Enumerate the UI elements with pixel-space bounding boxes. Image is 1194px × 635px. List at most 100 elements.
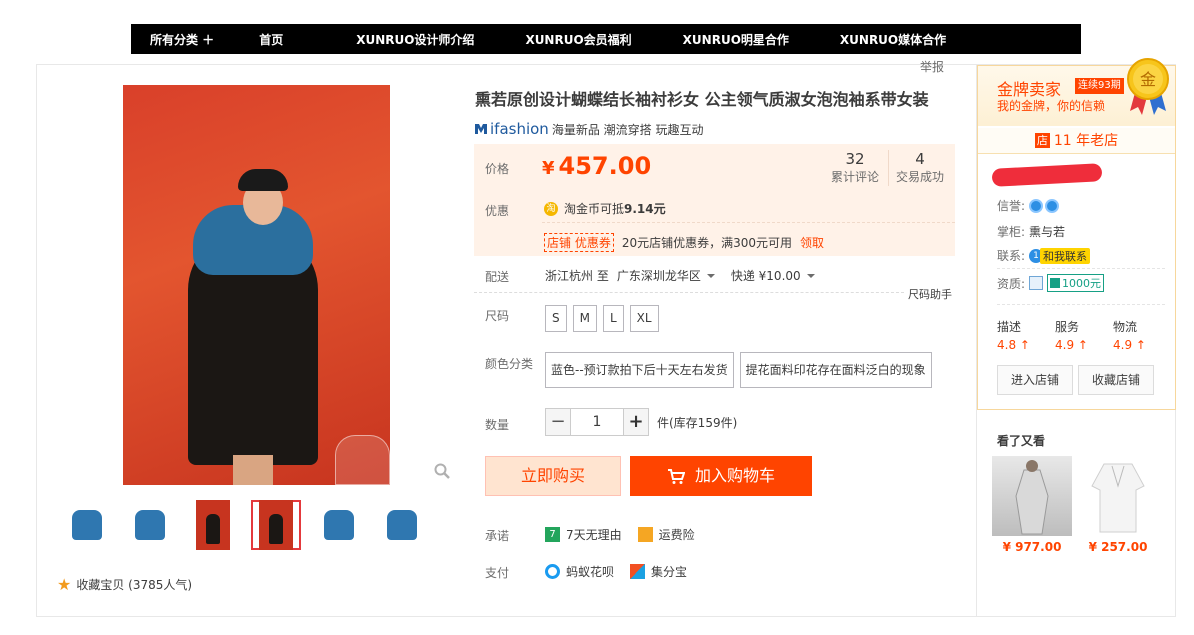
recommend-image: [1078, 456, 1158, 536]
quantity-stepper: − 1 + 件(库存159件): [545, 408, 737, 436]
pay-2[interactable]: 集分宝: [651, 563, 687, 580]
crown-icon: [1045, 198, 1060, 213]
nav-designer[interactable]: XUNRUO设计师介绍: [337, 31, 474, 48]
credit-row: 信誉:: [997, 197, 1061, 214]
pay-1[interactable]: 蚂蚁花呗: [566, 563, 614, 580]
color-label: 颜色分类: [485, 357, 534, 371]
cart-icon: [667, 468, 685, 484]
shipping-row: 浙江杭州 至 广东深圳龙华区 快递 ¥10.00: [545, 267, 831, 284]
color-option-jacquard[interactable]: 提花面料印花存在面料泛白的现象: [739, 352, 932, 388]
thumbnail-3[interactable]: [188, 500, 238, 550]
product-title: 熏若原创设计蝴蝶结长袖衬衫女 公主领气质淑女泡泡袖系带女装: [475, 90, 929, 109]
reviews-stat[interactable]: 32 累计评论: [826, 150, 884, 185]
main-product-image[interactable]: [123, 85, 390, 485]
favorite-item[interactable]: ★ 收藏宝贝 (3785人气): [57, 575, 192, 594]
nav-member[interactable]: XUNRUO会员福利: [506, 31, 631, 48]
report-link[interactable]: 举报: [920, 58, 944, 75]
color-options: 蓝色--预订款拍下后十天左右发货 提花面料印花存在面料泛白的现象: [545, 352, 938, 388]
gold-medal-icon: 金: [1127, 58, 1169, 115]
size-option-m[interactable]: M: [572, 305, 597, 332]
huabei-icon: [545, 564, 560, 579]
recommend-item[interactable]: ¥ 977.00: [992, 456, 1072, 554]
brand-name: ifashion: [490, 120, 549, 138]
stat-divider: [888, 150, 889, 186]
years-badge: 连续93期: [1075, 78, 1124, 94]
qualification-row: 资质: 1000元: [997, 274, 1105, 292]
size-helper-link[interactable]: 尺码助手: [908, 286, 952, 302]
ship-method-select[interactable]: 快递 ¥10.00: [731, 267, 801, 284]
ship-to-select[interactable]: 广东深圳龙华区: [617, 267, 701, 284]
size-label: 尺码: [485, 309, 510, 323]
crown-icon: [1029, 198, 1044, 213]
thumbnail-1[interactable]: [62, 500, 112, 550]
shop-icon: 店: [1034, 133, 1050, 148]
promise-row: 7 7天无理由 运费险: [545, 526, 695, 543]
promise-1[interactable]: 7天无理由: [566, 526, 622, 543]
payment-row: 蚂蚁花呗 集分宝: [545, 563, 687, 580]
jifenbao-icon: [630, 564, 646, 579]
price-value: ¥457.00: [542, 152, 652, 180]
contact-button[interactable]: 1 和我联系: [1029, 247, 1091, 264]
gold-seller-header: 金牌卖家 连续93期 我的金牌，你的信赖 金: [978, 58, 1175, 126]
sales-stat: 4 交易成功: [895, 150, 944, 184]
brand-slogan: 海量新品 潮流穿搭 玩趣互动: [551, 122, 704, 137]
chevron-down-icon[interactable]: [806, 273, 815, 278]
recommend-image: [992, 456, 1072, 536]
ship-label: 配送: [485, 270, 510, 284]
recommend-price: ¥ 977.00: [1002, 540, 1062, 554]
qty-plus-button[interactable]: +: [623, 408, 649, 436]
nav-all-categories[interactable]: 所有分类 ＋: [131, 31, 214, 48]
favorite-label: 收藏宝贝 (3785人气): [76, 578, 193, 592]
freight-insurance-icon: [637, 527, 653, 542]
color-option-blue[interactable]: 蓝色--预订款拍下后十天左右发货: [545, 352, 734, 388]
thumbnail-5[interactable]: [314, 500, 364, 550]
nav-star[interactable]: XUNRUO明星合作: [664, 31, 789, 48]
enter-shop-button[interactable]: 进入店铺: [997, 365, 1073, 395]
size-options: S M L XL: [545, 305, 665, 332]
see-also-title: 看了又看: [997, 434, 1046, 448]
add-to-cart-button[interactable]: 加入购物车: [630, 456, 812, 496]
qty-input[interactable]: 1: [571, 408, 623, 436]
score-logistics: 物流 4.9 ↑: [1113, 320, 1146, 352]
license-icon[interactable]: [1029, 276, 1044, 290]
keeper-row: 掌柜: 熏与若: [997, 223, 1066, 240]
size-option-s[interactable]: S: [545, 305, 567, 332]
shop-card: 金牌卖家 连续93期 我的金牌，你的信赖 金 店 11 年老店 信誉: 掌柜: 熏…: [977, 58, 1176, 410]
thumbnail-4[interactable]: [251, 500, 301, 550]
price-box: 价格 ¥457.00 32 累计评论 4 交易成功 优惠 淘 淘金币可抵 9.14…: [474, 144, 955, 256]
brand-line[interactable]: ifashion 海量新品 潮流穿搭 玩趣互动: [474, 120, 703, 138]
nav-home[interactable]: 首页: [240, 31, 283, 48]
qty-minus-button[interactable]: −: [545, 408, 571, 436]
collect-coupon-link[interactable]: 领取: [800, 234, 824, 251]
gold-seller-subtitle: 我的金牌，你的信赖: [997, 99, 1106, 113]
size-option-xl[interactable]: XL: [629, 305, 659, 332]
ship-from: 浙江杭州 至: [545, 269, 609, 283]
size-option-l[interactable]: L: [602, 305, 624, 332]
price-label: 价格: [485, 162, 510, 176]
coupon-text: 20元店铺优惠券，满300元可用: [621, 236, 793, 250]
thumbnail-2[interactable]: [125, 500, 175, 550]
nav-media[interactable]: XUNRUO媒体合作: [821, 31, 946, 48]
buy-now-button[interactable]: 立即购买: [485, 456, 621, 496]
deposit-badge[interactable]: 1000元: [1047, 274, 1105, 292]
stock-text: 件(库存159件): [657, 415, 738, 430]
taojinbi-icon: 淘: [544, 201, 558, 216]
recommend-item[interactable]: ¥ 257.00: [1078, 456, 1158, 554]
zoom-icon[interactable]: [433, 462, 451, 480]
promo-label: 优惠: [485, 204, 510, 218]
promise-2[interactable]: 运费险: [659, 526, 695, 543]
recommend-price: ¥ 257.00: [1088, 540, 1148, 554]
add-cart-label: 加入购物车: [694, 466, 775, 485]
favorite-shop-button[interactable]: 收藏店铺: [1078, 365, 1154, 395]
qty-label: 数量: [485, 418, 510, 432]
coupon-promo: 店铺 优惠券 20元店铺优惠券，满300元可用 领取: [544, 233, 824, 252]
thumbnail-6[interactable]: [377, 500, 427, 550]
score-description: 描述 4.8 ↑: [997, 320, 1030, 352]
model-beret: [238, 169, 288, 191]
chevron-down-icon[interactable]: [706, 273, 715, 278]
promise-label: 承诺: [485, 529, 510, 543]
ifashion-logo-icon: [475, 124, 487, 134]
keeper-name[interactable]: 熏与若: [1029, 223, 1065, 240]
pay-label: 支付: [485, 566, 510, 580]
coupon-tag: 店铺 优惠券: [544, 233, 614, 252]
